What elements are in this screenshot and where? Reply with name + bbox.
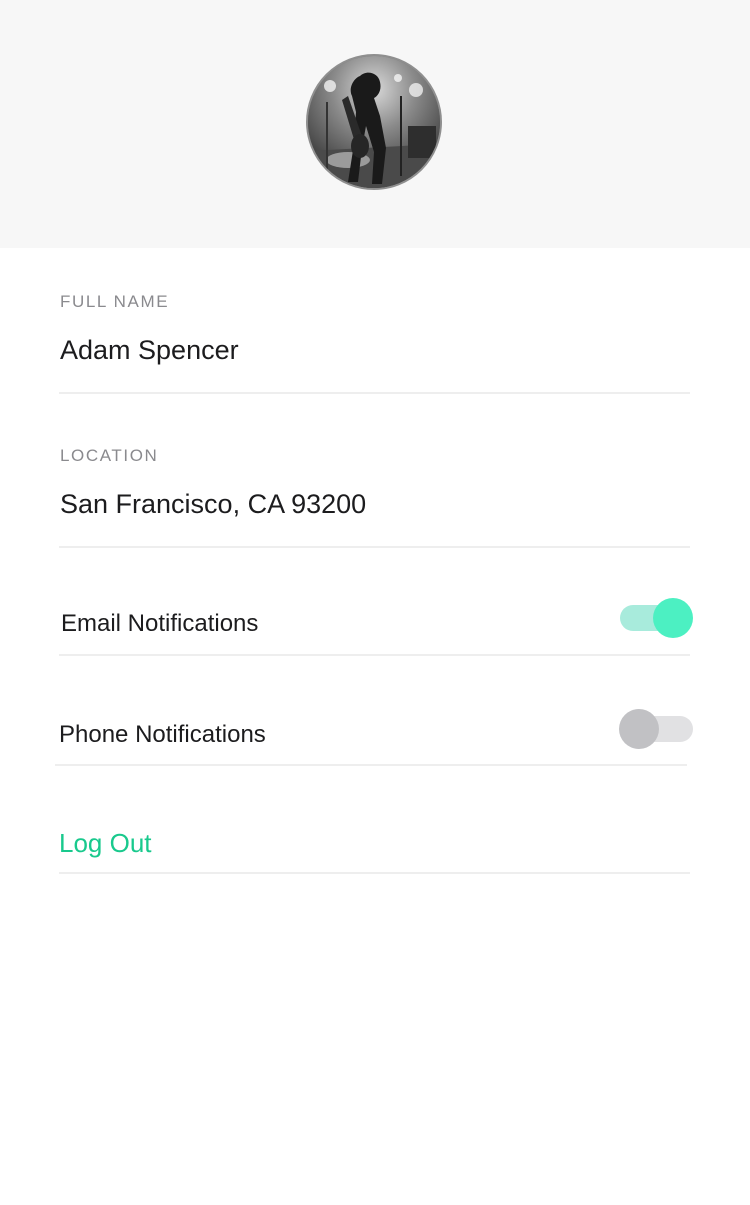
divider <box>59 392 690 394</box>
avatar-photo-icon <box>308 56 440 188</box>
divider <box>59 654 690 656</box>
location-field[interactable]: LOCATION San Francisco, CA 93200 <box>60 446 690 548</box>
profile-header <box>0 0 750 248</box>
phone-notifications-label: Phone Notifications <box>59 721 266 748</box>
full-name-label: FULL NAME <box>60 292 170 311</box>
settings-screen: FULL NAME Adam Spencer LOCATION San Fran… <box>0 0 750 1205</box>
divider <box>59 872 690 874</box>
email-notifications-toggle[interactable] <box>618 598 694 638</box>
full-name-field[interactable]: FULL NAME Adam Spencer <box>60 292 690 394</box>
location-value[interactable]: San Francisco, CA 93200 <box>60 488 366 520</box>
phone-notifications-toggle[interactable] <box>619 709 695 749</box>
avatar[interactable] <box>306 54 442 190</box>
logout-button[interactable]: Log Out <box>59 828 152 858</box>
toggle-knob <box>653 598 693 638</box>
email-notifications-label: Email Notifications <box>61 610 259 637</box>
full-name-value[interactable]: Adam Spencer <box>60 334 239 366</box>
location-label: LOCATION <box>60 446 159 465</box>
divider <box>55 764 687 766</box>
toggle-knob <box>619 709 659 749</box>
divider <box>59 546 690 548</box>
